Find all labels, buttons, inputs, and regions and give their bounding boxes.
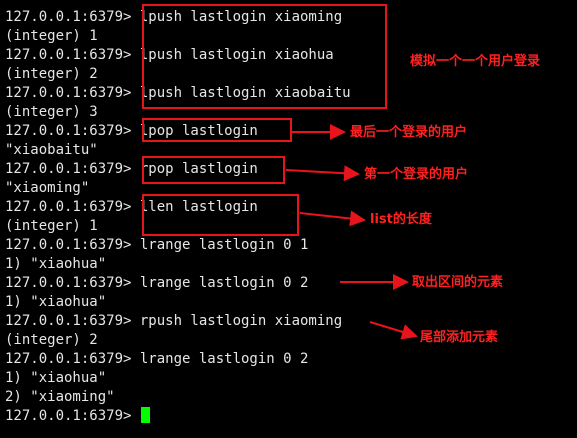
annotation-last-login-user: 最后一个登录的用户 bbox=[350, 125, 468, 140]
arrow-rpush bbox=[369, 321, 418, 340]
arrow-llen bbox=[299, 210, 366, 227]
terminal-window[interactable]: 127.0.0.1:6379> lpush lastlogin xiaoming… bbox=[0, 0, 577, 438]
annotation-list-length: list的长度 bbox=[370, 212, 432, 227]
annotation-simulate-login: 模拟一个一个用户登录 bbox=[410, 54, 541, 69]
annotation-first-login-user: 第一个登录的用户 bbox=[364, 167, 469, 182]
annotation-range-elements: 取出区间的元素 bbox=[412, 275, 504, 290]
annotation-tail-add-element: 尾部添加元素 bbox=[420, 330, 499, 345]
arrow-rpop bbox=[285, 165, 360, 182]
